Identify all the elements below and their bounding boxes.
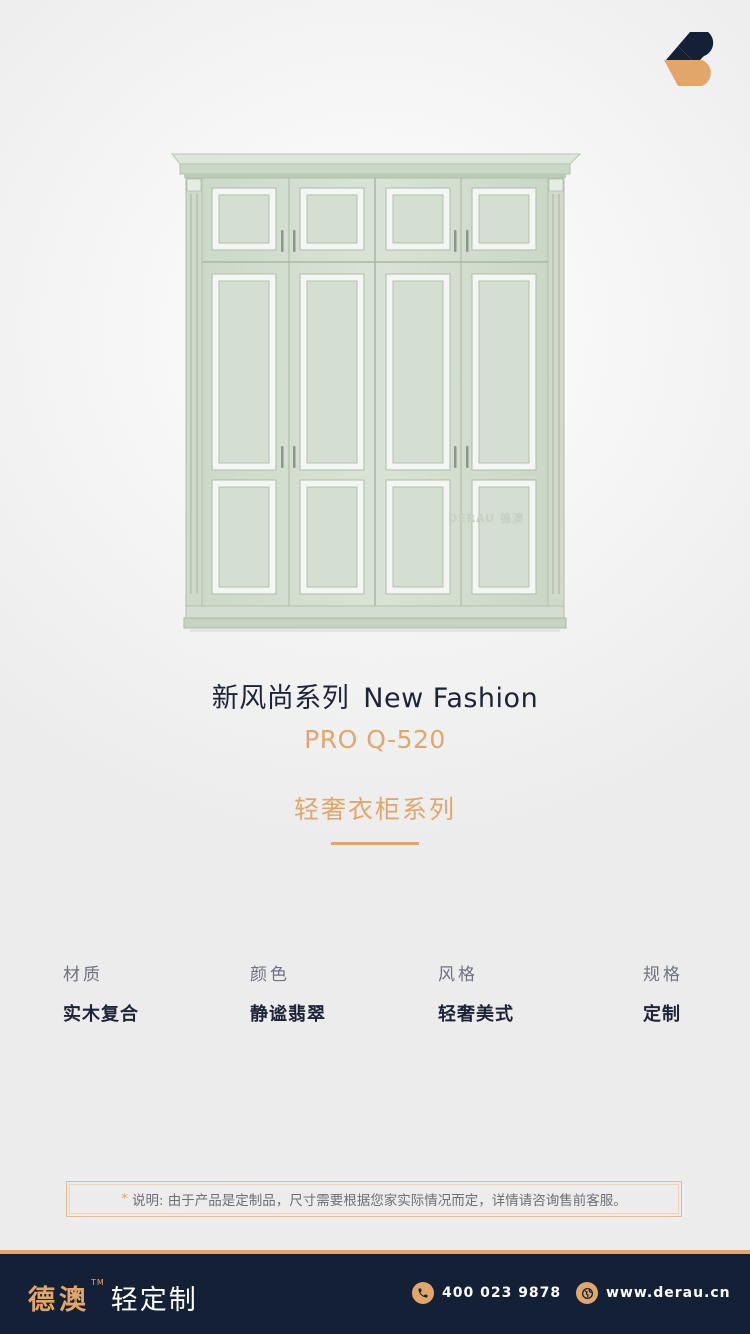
phone-icon [412, 1282, 434, 1304]
brand-sub: 轻定制 [110, 1285, 198, 1316]
divider [331, 842, 419, 845]
phone-contact[interactable]: 400 023 9878 [412, 1282, 561, 1304]
spec-color: 颜色 静谧翡翠 [250, 960, 326, 1026]
spec-style: 风格 轻奢美式 [438, 960, 514, 1026]
spec-value: 静谧翡翠 [250, 1004, 326, 1025]
product-title: 新风尚系列 New Fashion [0, 676, 750, 715]
brand-name: 德澳 [28, 1285, 90, 1316]
product-title-cn: 新风尚系列 [211, 683, 350, 714]
footer: 德澳TM 轻定制 400 023 9878 www.derau.cn [0, 1254, 750, 1334]
product-series: 轻奢衣柜系列 [293, 795, 456, 824]
spec-value: 轻奢美式 [438, 1004, 514, 1025]
spec-label: 规格 [643, 965, 683, 985]
disclaimer-note: * 说明: 由于产品是定制品，尺寸需要根据您家实际情况而定，详情请咨询售前客服。 [66, 1181, 682, 1217]
footer-brand: 德澳TM 轻定制 [28, 1278, 198, 1317]
globe-icon [576, 1282, 598, 1304]
derau-logo-icon [664, 32, 714, 86]
watermark: DERAU 德澳 [448, 512, 525, 525]
website-link[interactable]: www.derau.cn [576, 1282, 731, 1304]
wardrobe-image [170, 153, 582, 632]
spec-label: 颜色 [250, 965, 290, 985]
product-model: PRO Q-520 [304, 725, 446, 754]
spec-value: 实木复合 [63, 1004, 139, 1025]
spec-material: 材质 实木复合 [63, 960, 139, 1026]
spec-label: 风格 [438, 965, 478, 985]
trademark: TM [91, 1278, 105, 1287]
product-title-en: New Fashion [363, 683, 539, 714]
website-url: www.derau.cn [606, 1285, 731, 1301]
spec-value: 定制 [643, 1004, 681, 1025]
phone-number: 400 023 9878 [442, 1285, 562, 1301]
note-inner-border [69, 1184, 679, 1214]
spec-size: 规格 定制 [643, 960, 683, 1026]
spec-label: 材质 [63, 965, 103, 985]
